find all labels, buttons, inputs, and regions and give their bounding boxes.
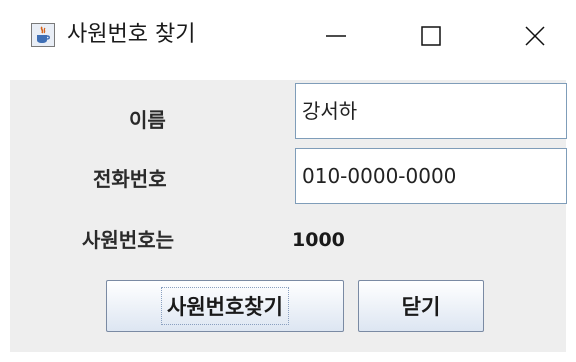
find-button-label: 사원번호찾기 bbox=[161, 287, 289, 325]
minimize-button[interactable] bbox=[311, 14, 361, 58]
window-title: 사원번호 찾기 bbox=[67, 22, 196, 47]
employee-number-value: 1000 bbox=[292, 229, 345, 251]
name-field[interactable]: 강서하 bbox=[295, 83, 567, 139]
form-panel: 이름 강서하 전화번호 010-0000-0000 사원번호는 1000 사원번… bbox=[10, 80, 567, 352]
close-window-button[interactable] bbox=[510, 14, 560, 58]
java-coffee-icon[interactable] bbox=[31, 23, 55, 47]
title-bar[interactable]: 사원번호 찾기 bbox=[0, 0, 576, 80]
minimize-icon bbox=[326, 35, 346, 37]
close-icon bbox=[525, 26, 545, 46]
phone-field[interactable]: 010-0000-0000 bbox=[295, 148, 567, 204]
close-button[interactable]: 닫기 bbox=[358, 280, 484, 332]
maximize-button[interactable] bbox=[406, 14, 456, 58]
find-employee-number-button[interactable]: 사원번호찾기 bbox=[106, 280, 344, 332]
phone-label: 전화번호 bbox=[93, 167, 167, 191]
maximize-icon bbox=[421, 26, 441, 46]
name-label: 이름 bbox=[129, 108, 166, 132]
employee-search-window: 사원번호 찾기 이름 강서하 전화번호 010-0000-0000 사원번호는 … bbox=[0, 0, 576, 362]
result-label: 사원번호는 bbox=[82, 228, 174, 252]
close-button-label: 닫기 bbox=[401, 295, 441, 319]
